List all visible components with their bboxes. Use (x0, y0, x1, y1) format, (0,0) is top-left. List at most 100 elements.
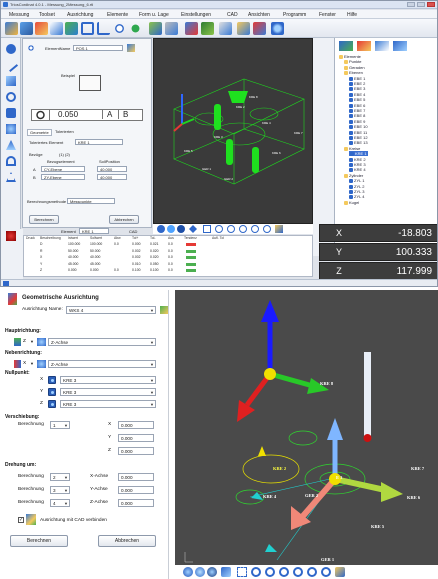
minimize-button[interactable] (407, 2, 415, 7)
menu-programm[interactable]: Programm (283, 12, 306, 18)
menu-fenster[interactable]: Fenster (319, 12, 336, 18)
parallel-icon[interactable] (81, 22, 94, 35)
cylinder-tool-icon[interactable] (6, 108, 16, 118)
abbrechen-button[interactable]: Abbrechen (109, 215, 139, 224)
verschiebung-berechnung-spinner[interactable]: 1 ▼ (50, 421, 70, 429)
grid-element-select[interactable]: KRE 1 (79, 228, 109, 234)
menu-messung[interactable]: Messung (9, 12, 29, 18)
view-front-icon[interactable] (183, 567, 193, 577)
view-top-icon[interactable] (167, 225, 175, 233)
circle-tool-icon[interactable] (6, 92, 16, 102)
sphere-tool-icon[interactable] (6, 124, 16, 134)
drehung-y-berechnung-spinner[interactable]: 3 ▼ (50, 486, 70, 494)
drehung-z-berechnung-spinner[interactable]: 4 ▼ (50, 499, 70, 507)
element-icon[interactable] (50, 22, 63, 35)
chart-icon[interactable] (253, 22, 266, 35)
zoom-fit-icon[interactable] (237, 567, 247, 577)
tree-item[interactable]: EBE 3 (349, 86, 365, 91)
tree-item[interactable]: EBE 7 (349, 108, 365, 113)
profile-icon[interactable] (165, 22, 178, 35)
pan-icon[interactable] (293, 567, 303, 577)
cad-viewport[interactable]: KRE 2 KRE 3 KRE 4 KRE 5 KRE 6 KRE 7 KRE … (153, 38, 313, 224)
machine-icon[interactable] (35, 22, 48, 35)
tree-tab-tolerances-icon[interactable] (357, 41, 371, 51)
drehung-z-input[interactable]: 0.000 (118, 499, 154, 507)
tree-tab-alignment-icon[interactable] (375, 41, 389, 51)
triangle-tool-icon[interactable] (6, 172, 16, 182)
new-alignment-icon[interactable] (160, 306, 168, 314)
tree-item[interactable]: KRE 3 (349, 162, 366, 167)
hauptrichtung-axis[interactable]: Z (23, 339, 26, 344)
nebenrichtung-axis[interactable]: X (23, 361, 26, 366)
cad-import-icon[interactable] (185, 22, 198, 35)
menu-toolset[interactable]: Toolset (39, 12, 55, 18)
zoom-element-icon[interactable] (321, 567, 331, 577)
ausrichtung-name-select[interactable]: WKS 4 ▼ (66, 306, 156, 314)
perpendicular-icon[interactable] (97, 22, 110, 35)
nullpunkt-y-select[interactable]: KRE 3 ▼ (60, 388, 156, 396)
tree-item[interactable]: EBE 9 (349, 119, 365, 124)
zoom-in-icon[interactable] (251, 567, 261, 577)
round-icon[interactable] (129, 22, 142, 35)
view-top-icon[interactable] (195, 567, 205, 577)
nebenrichtung-select[interactable]: Z-Achse ▼ (48, 360, 156, 368)
zoom-out-icon[interactable] (227, 225, 235, 233)
point-tool-icon[interactable] (6, 44, 16, 54)
line-tool-icon[interactable] (3, 57, 19, 73)
drehung-x-input[interactable]: 0.000 (118, 473, 154, 481)
settings-icon[interactable] (335, 567, 345, 577)
berechnungsmethode-select[interactable]: Messpunkte (67, 198, 115, 204)
verschiebung-y-input[interactable]: 0.000 (118, 434, 154, 442)
view-iso-icon[interactable] (221, 567, 231, 577)
menu-ausrichtung[interactable]: Ausrichtung (67, 12, 93, 18)
bezug-a-select[interactable]: CY-Ebene (41, 166, 85, 172)
cad-checkbox[interactable]: ✓ (18, 517, 24, 523)
tree-item[interactable]: EBE 10 (349, 124, 368, 129)
tree-group[interactable]: Ebenen (344, 70, 363, 75)
zoom-in-icon[interactable] (215, 225, 223, 233)
verschiebung-x-input[interactable]: 0.000 (118, 421, 154, 429)
hauptrichtung-select[interactable]: Z-Achse ▼ (48, 338, 156, 346)
edit-icon[interactable] (127, 44, 135, 52)
tree-tab-cad-icon[interactable] (393, 41, 407, 51)
probe-icon[interactable] (20, 22, 33, 35)
view-iso-icon[interactable] (189, 225, 197, 233)
berechnen-button[interactable]: Berechnen (29, 215, 59, 224)
element-name-input[interactable]: POS 1 (73, 45, 123, 51)
cone-tool-icon[interactable] (6, 140, 16, 150)
tree-item[interactable]: EBE 11 (349, 130, 367, 135)
rotate-icon[interactable] (263, 225, 271, 233)
menu-ansichten[interactable]: Ansichten (248, 12, 270, 18)
tree-item[interactable]: ZYL 3 (349, 189, 365, 194)
pan-icon[interactable] (251, 225, 259, 233)
rotate-icon[interactable] (307, 567, 317, 577)
align-icon[interactable] (65, 22, 78, 35)
alignment-3d-viewport[interactable]: KRE 8 KRE 2 E 3 KRE 7 KRE 4 GER 2 KRE 6 … (175, 290, 438, 579)
bezug-b-select[interactable]: ZY-Ebene (41, 174, 85, 180)
report-icon[interactable] (237, 22, 250, 35)
ellipse-tool-icon[interactable] (6, 156, 16, 166)
tolerance-value[interactable]: 0.050 (58, 110, 78, 119)
tree-item[interactable]: KRE 2 (349, 157, 366, 162)
help-icon[interactable] (271, 22, 284, 35)
menu-hilfe[interactable]: Hilfe (347, 12, 357, 18)
record-icon[interactable] (6, 231, 16, 241)
datum-b[interactable]: B (118, 110, 128, 119)
zoom-window-icon[interactable] (239, 225, 247, 233)
position-icon[interactable] (113, 22, 126, 35)
view-front-icon[interactable] (157, 225, 165, 233)
berechnen-button[interactable]: Berechnen (10, 535, 68, 547)
chevron-down-icon[interactable]: ▼ (30, 339, 34, 344)
measure-icon[interactable] (5, 22, 18, 35)
drehung-y-input[interactable]: 0.000 (118, 486, 154, 494)
zoom-out-icon[interactable] (265, 567, 275, 577)
nullpunkt-x-select[interactable]: KRE 3 ▼ (60, 376, 156, 384)
maximize-button[interactable] (417, 2, 425, 7)
menu-form-lage[interactable]: Form u. Lage (139, 12, 169, 18)
tree-root[interactable]: Elemente (339, 54, 361, 59)
tree-item[interactable]: EBE 8 (349, 113, 365, 118)
bezug-b-position[interactable]: 40.000 (97, 174, 127, 180)
tab-geometrie[interactable]: Geometrie (27, 129, 52, 136)
chevron-down-icon[interactable]: ▼ (30, 361, 34, 366)
zoom-fit-icon[interactable] (203, 225, 211, 233)
